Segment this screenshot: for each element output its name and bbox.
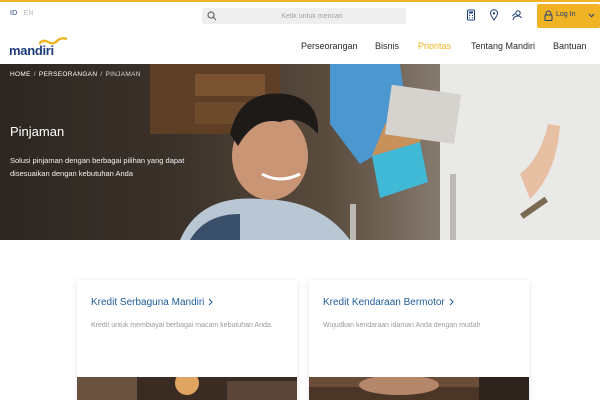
breadcrumb-home[interactable]: HOME <box>10 71 31 78</box>
card-image <box>309 377 529 400</box>
breadcrumb-current: PINJAMAN <box>105 71 141 78</box>
product-card-kredit-serbaguna[interactable]: Kredit Serbaguna Mandiri Kredit untuk me… <box>77 280 297 400</box>
card-title-link[interactable]: Kredit Kendaraan Bermotor <box>323 297 454 308</box>
support-agent-icon[interactable] <box>511 9 523 21</box>
logo-wave-icon <box>39 37 67 45</box>
nav-item-perseorangan[interactable]: Perseorangan <box>301 41 358 51</box>
breadcrumb-perseorangan[interactable]: PERSEORANGAN <box>39 71 98 78</box>
main-navigation: mandiri Perseorangan Bisnis Prioritas Te… <box>0 30 600 64</box>
product-card-kredit-kendaraan[interactable]: Kredit Kendaraan Bermotor Wujudkan kenda… <box>309 280 529 400</box>
chevron-right-icon <box>209 298 214 306</box>
search-bar[interactable] <box>202 8 406 24</box>
location-pin-icon[interactable] <box>488 9 500 21</box>
page-description: Solusi pinjaman dengan berbagai pilihan … <box>10 156 185 178</box>
login-button[interactable]: Log In <box>537 4 600 28</box>
nav-item-bantuan[interactable]: Bantuan <box>553 41 587 51</box>
card-title-link[interactable]: Kredit Serbaguna Mandiri <box>91 297 214 308</box>
top-utility-bar: ID EN Log In <box>0 0 600 30</box>
hero-banner: HOME / PERSEORANGAN / PINJAMAN Pinjaman Solu… <box>0 64 600 240</box>
language-option-en[interactable]: EN <box>24 10 34 17</box>
search-icon <box>207 11 217 21</box>
page-title: Pinjaman <box>10 124 65 139</box>
card-title: Kredit Kendaraan Bermotor <box>323 297 445 308</box>
card-image <box>77 377 297 400</box>
search-input[interactable] <box>222 8 402 24</box>
lock-icon <box>544 10 553 21</box>
card-title: Kredit Serbaguna Mandiri <box>91 297 205 308</box>
card-description: Wujudkan kendaraan idaman Anda dengan mu… <box>323 322 481 329</box>
language-option-id[interactable]: ID <box>10 10 17 17</box>
hero-photo <box>150 64 600 240</box>
nav-item-tentang-mandiri[interactable]: Tentang Mandiri <box>471 41 535 51</box>
calculator-icon[interactable] <box>465 9 477 21</box>
card-description: Kredit untuk membiayai berbagai macam ke… <box>91 322 273 329</box>
nav-item-prioritas[interactable]: Prioritas <box>418 41 451 51</box>
chevron-right-icon <box>449 298 454 306</box>
breadcrumb: HOME / PERSEORANGAN / PINJAMAN <box>10 71 141 78</box>
chevron-down-icon <box>588 13 595 18</box>
nav-item-bisnis[interactable]: Bisnis <box>375 41 399 51</box>
login-label: Log In <box>556 11 576 18</box>
language-switcher: ID EN <box>10 10 38 17</box>
mandiri-logo[interactable]: mandiri <box>9 37 67 58</box>
